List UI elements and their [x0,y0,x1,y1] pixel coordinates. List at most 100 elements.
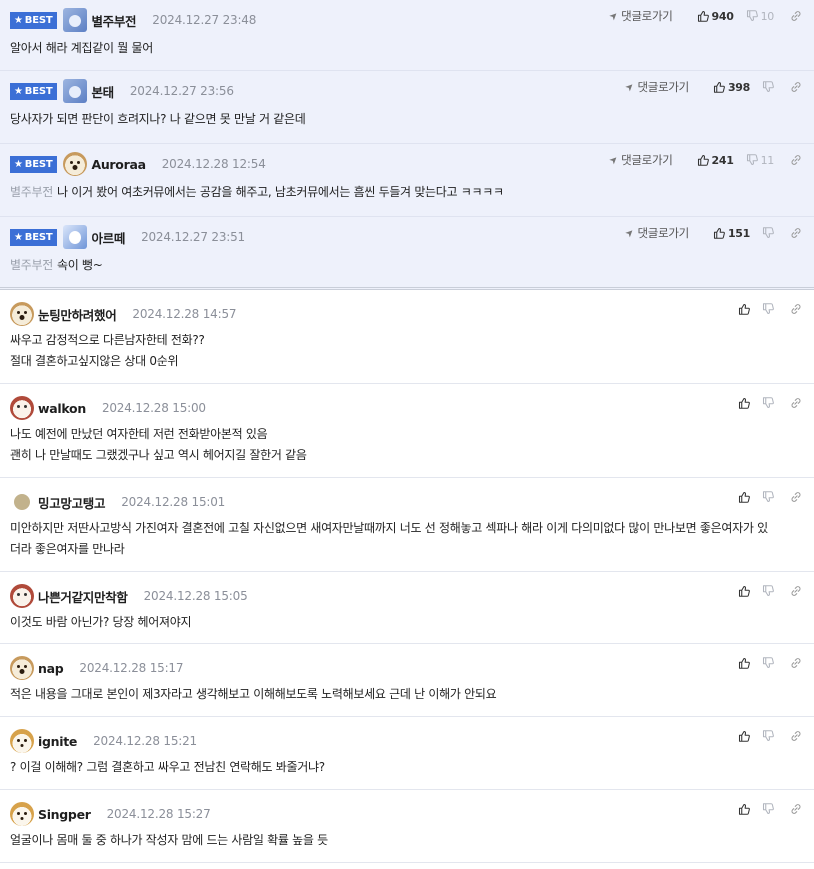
dislike-button[interactable] [762,303,774,315]
comment-text: 당사자가 되면 판단이 흐려지나? 나 같으면 못 만날 거 같은데 [10,112,306,126]
copy-link-button[interactable] [790,803,802,815]
author-name[interactable]: nap [38,661,64,676]
author-name[interactable]: Singper [38,807,91,822]
reply-button[interactable]: ➤ 댓글로가기 [607,152,673,168]
dislike-button[interactable] [762,81,774,93]
comment-body: 별주부전 나 이거 봤어 여초커뮤에서는 공감을 해주고, 남초커뮤에서는 흠씬 … [10,182,800,203]
copy-link-button[interactable] [790,227,802,239]
author-name[interactable]: 눈팅만하려했어 [38,305,117,324]
comment-actions [726,300,802,318]
comment: 나쁜거같지만착함 2024.12.28 15:05 이것도 바람 아닌가? 당장 헤… [0,572,814,644]
avatar[interactable] [10,584,34,608]
best-badge: ★ BEST [10,155,58,173]
reply-button[interactable]: ➤ 댓글로가기 [623,79,690,95]
like-button[interactable]: 398 [713,81,750,94]
link-icon [790,491,802,503]
comment: Singper 2024.12.28 15:27 얼굴이나 몸매 둘 중 하나가 작… [0,790,814,863]
avatar[interactable] [10,802,34,826]
dislike-button[interactable]: 11 [746,154,774,167]
avatar[interactable] [10,396,34,420]
copy-link-button[interactable] [790,154,802,166]
best-badge-label: BEST [24,231,53,243]
copy-link-button[interactable] [790,397,802,409]
author-name[interactable]: 아르떼 [91,228,125,247]
avatar[interactable] [63,152,88,176]
like-button[interactable]: 151 [713,227,750,240]
dislike-button[interactable]: 10 [746,10,774,23]
reply-button-label: 댓글로가기 [621,9,673,23]
thumbs-down-icon [762,81,774,93]
like-button[interactable] [738,657,750,669]
comment-line: 당사자가 되면 판단이 흐려지나? 나 같으면 못 만날 거 같은데 [10,109,800,130]
comment-body: 이것도 바람 아닌가? 당장 헤어져야지 [10,612,800,633]
copy-link-button[interactable] [790,730,802,742]
comment-text: 속이 뻥~ [56,258,103,272]
star-icon: ★ [14,231,23,243]
comment-line: 얼굴이나 몸매 둘 중 하나가 작성자 맘에 드는 사람일 확률 높을 듯 [10,830,800,851]
comment-body: ? 이걸 이해해? 그럼 결혼하고 싸우고 전남친 연락해도 봐줄거냐? [10,757,800,778]
like-button[interactable] [738,303,750,315]
avatar[interactable] [63,225,88,249]
dislike-button[interactable] [762,397,774,409]
copy-link-button[interactable] [790,585,802,597]
comment-line: 별주부전 속이 뻥~ [10,255,800,276]
dislike-button[interactable] [762,730,774,742]
avatar[interactable] [10,729,34,753]
comment-text: 싸우고 감정적으로 다른남자한테 전화?? [10,333,205,347]
comment-line: 나도 예전에 만났던 여자한테 저런 전화받아본적 있음 [10,424,800,445]
author-name[interactable]: 밍고망고탱고 [38,493,106,512]
like-button[interactable]: 241 [697,154,734,167]
link-icon [790,303,802,315]
link-icon [790,397,802,409]
comment-header: walkon 2024.12.28 15:00 [10,396,206,420]
copy-link-button[interactable] [790,81,802,93]
author-name[interactable]: 나쁜거같지만착함 [38,587,128,606]
copy-link-button[interactable] [790,657,802,669]
like-button[interactable]: 940 [697,10,734,23]
dislike-button[interactable] [762,227,774,239]
thumbs-down-icon [762,585,774,597]
comment-body: 당사자가 되면 판단이 흐려지나? 나 같으면 못 만날 거 같은데 [10,109,800,130]
best-badge: ★ BEST [10,82,58,100]
thumbs-down-icon [746,154,758,166]
dislike-button[interactable] [762,657,774,669]
avatar[interactable] [14,494,30,510]
like-button[interactable] [738,585,750,597]
like-button[interactable] [738,397,750,409]
avatar[interactable] [63,8,88,32]
star-icon: ★ [14,158,23,170]
avatar[interactable] [10,302,34,326]
author-name[interactable]: ignite [38,734,77,749]
author-name[interactable]: Auroraa [91,157,146,172]
reply-to-author[interactable]: 별주부전 [10,185,53,199]
dislike-button[interactable] [762,491,774,503]
comment-header: nap 2024.12.28 15:17 [10,656,183,680]
comment-actions [726,727,802,745]
send-arrow-icon: ➤ [623,80,638,94]
like-button[interactable] [738,803,750,815]
comment-line: 괜히 나 만날때도 그랬겠구나 싶고 역시 헤어지길 잘한거 같음 [10,445,800,466]
copy-link-button[interactable] [790,303,802,315]
thumbs-down-icon [762,657,774,669]
dislike-button[interactable] [762,803,774,815]
comment-header: ★ BEST 별주부전 2024.12.27 23:48 [10,8,256,32]
link-icon [790,585,802,597]
reply-to-author[interactable]: 별주부전 [10,258,53,272]
avatar[interactable] [10,656,34,680]
reply-button[interactable]: ➤ 댓글로가기 [607,8,673,24]
comment-date: 2024.12.28 14:57 [132,307,237,321]
author-name[interactable]: 본태 [91,82,114,101]
author-name[interactable]: walkon [38,401,86,416]
like-count: 151 [727,226,750,240]
like-button[interactable] [738,491,750,503]
best-badge-label: BEST [24,158,53,170]
comment: walkon 2024.12.28 15:00 나도 예전에 만났던 여자한테 저런… [0,384,814,478]
like-button[interactable] [738,730,750,742]
dislike-button[interactable] [762,585,774,597]
comment-header: ★ BEST 본태 2024.12.27 23:56 [10,79,234,103]
copy-link-button[interactable] [790,491,802,503]
avatar[interactable] [63,79,88,103]
copy-link-button[interactable] [790,10,802,22]
reply-button[interactable]: ➤ 댓글로가기 [624,225,690,241]
author-name[interactable]: 별주부전 [91,11,136,30]
